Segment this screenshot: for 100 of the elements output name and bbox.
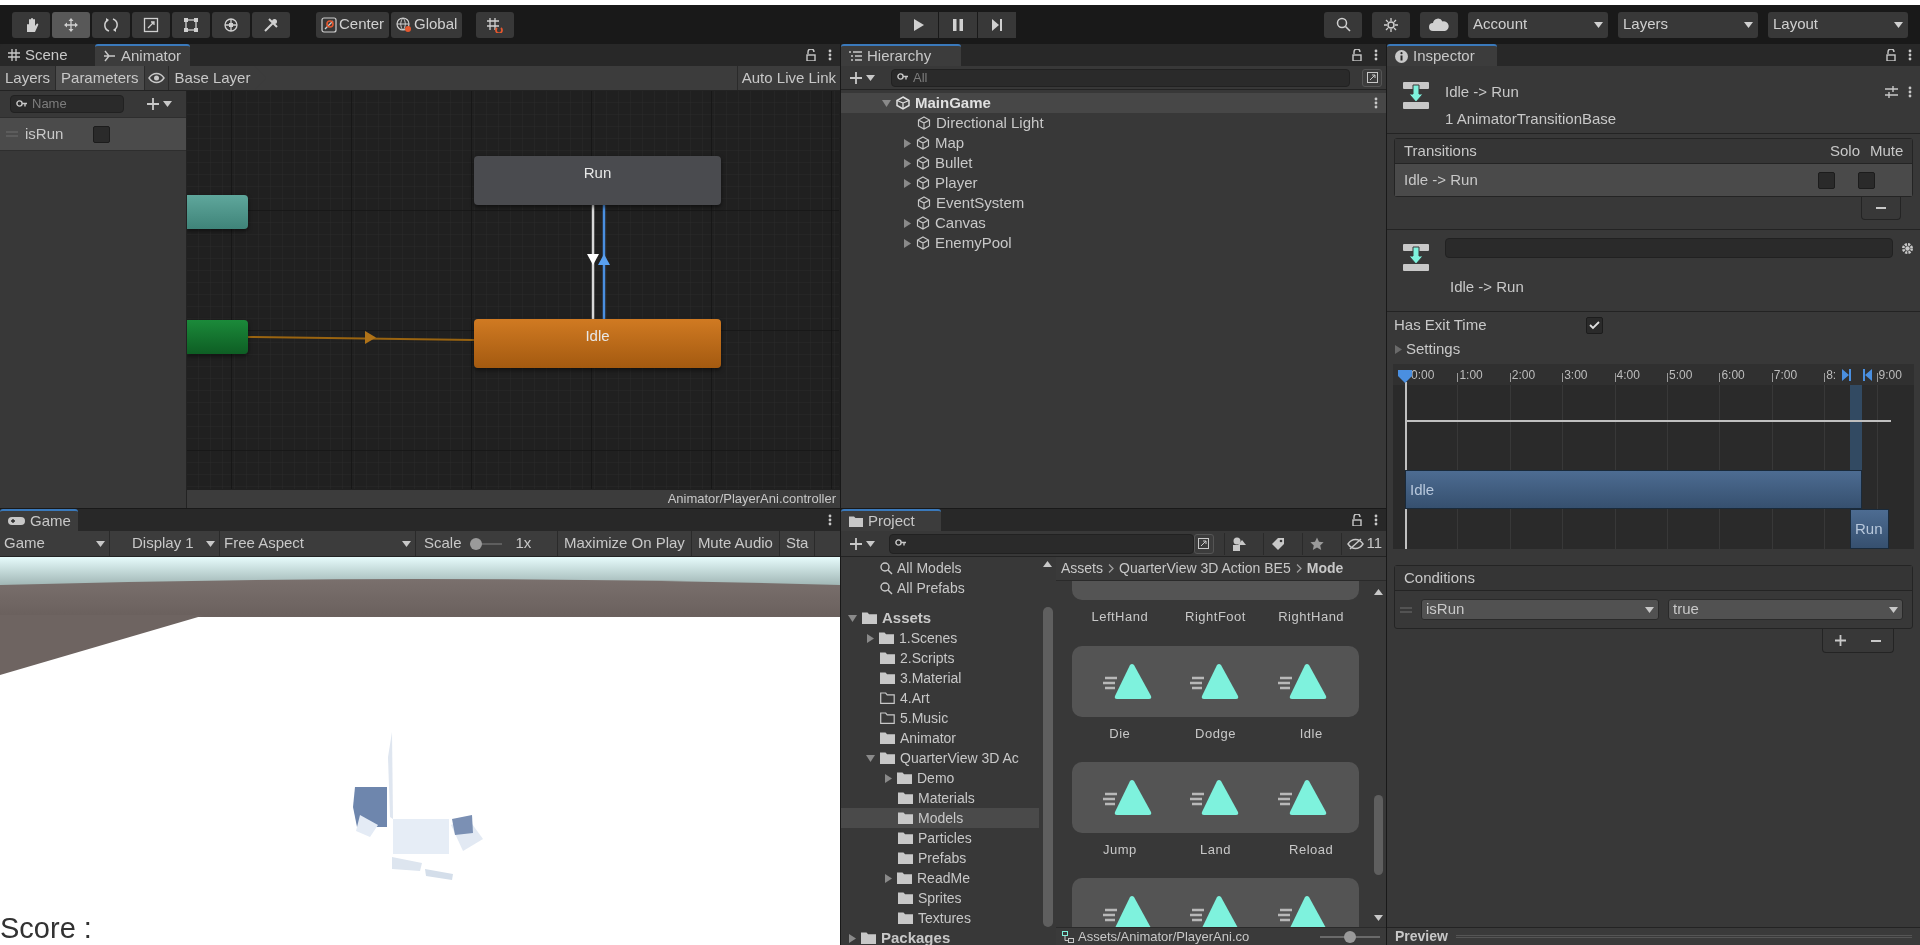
folder-tree-item[interactable]: 4.Art (841, 688, 1039, 708)
value-dropdown[interactable]: true (1668, 599, 1903, 620)
folder-tree-item[interactable]: QuarterView 3D Ac (841, 748, 1039, 768)
aspect-dropdown[interactable]: Free Aspect (220, 531, 416, 556)
favorite-item[interactable]: All Models (897, 557, 962, 579)
parameter-dropdown[interactable]: isRun (1421, 599, 1659, 620)
solo-checkbox[interactable] (1818, 171, 1835, 189)
game-object-item[interactable]: Canvas (841, 213, 1386, 233)
game-object-item[interactable]: Bullet (841, 153, 1386, 173)
folder-tree-item[interactable]: Sprites (841, 888, 1039, 908)
folder-tree-item[interactable]: Assets (841, 608, 1039, 628)
asset-label[interactable]: Jump (1072, 840, 1168, 860)
folder-tree-item[interactable]: Materials (841, 788, 1039, 808)
asset-label[interactable]: Idle (1263, 724, 1359, 744)
transition-row[interactable]: Idle -> Run (1395, 164, 1912, 196)
settings-foldout[interactable]: Settings (1387, 338, 1920, 360)
preview-header[interactable]: Preview (1395, 926, 1448, 945)
folder-tree-item[interactable]: ReadMe (841, 868, 1039, 888)
scrollbar-thumb[interactable] (1373, 795, 1383, 875)
layers-parameters-tab[interactable]: Parameters (56, 66, 145, 90)
mute-checkbox[interactable] (1858, 171, 1875, 189)
folder-tree-item[interactable]: Textures (841, 908, 1039, 928)
asset-label[interactable]: Land (1168, 840, 1263, 860)
entry-node[interactable] (187, 320, 248, 354)
panel-tab[interactable]: Game (0, 509, 78, 531)
scale-slider[interactable] (469, 537, 502, 550)
folder-tree-item[interactable]: 5.Music (841, 708, 1039, 728)
services-button[interactable] (1372, 11, 1410, 38)
tool-button[interactable] (172, 11, 210, 38)
favorite-item[interactable]: All Prefabs (897, 577, 965, 599)
folder-tree-item[interactable]: Animator (841, 728, 1039, 748)
icon-size-slider[interactable] (1320, 930, 1380, 943)
folder-tree-item[interactable]: Models (841, 808, 1039, 828)
playback-button[interactable] (978, 12, 1016, 38)
game-object-item[interactable]: EventSystem (841, 193, 1386, 213)
any-state-node[interactable] (187, 195, 248, 229)
model-asset-tile[interactable] (1072, 762, 1359, 833)
source-clip-bar[interactable]: Idle (1405, 470, 1862, 509)
expand-search-button[interactable] (1362, 68, 1382, 87)
folder-tree-item[interactable]: Demo (841, 768, 1039, 788)
panel-tab[interactable]: Inspector (1387, 44, 1497, 66)
search-field[interactable]: Name (10, 95, 124, 113)
asset-label[interactable]: Reload (1263, 840, 1359, 860)
toggle-button[interactable]: Mute Audio (691, 531, 780, 556)
folder-tree-item[interactable]: Prefabs (841, 848, 1039, 868)
asset-label[interactable]: Die (1072, 724, 1168, 744)
model-asset-tile[interactable] (1072, 646, 1359, 717)
toggle-button[interactable]: Sta (779, 531, 816, 556)
game-object-item[interactable]: Player (841, 173, 1386, 193)
grid-snap-button[interactable] (476, 11, 515, 38)
breadcrumb-item[interactable]: Mode (1306, 558, 1344, 579)
state-node[interactable]: Run (474, 156, 721, 205)
remove-button[interactable] (1861, 197, 1901, 220)
tool-button[interactable] (212, 11, 250, 38)
expand-search-button[interactable] (1193, 533, 1214, 554)
asset-label[interactable]: LeftHand (1072, 607, 1168, 627)
game-object-item[interactable]: Map (841, 133, 1386, 153)
display-dropdown[interactable]: Display 1 (110, 531, 220, 556)
folder-tree-item[interactable]: 1.Scenes (841, 628, 1039, 648)
asset-label[interactable]: RightFoot (1168, 607, 1263, 627)
toolbar-dropdown[interactable]: Layout (1768, 11, 1908, 38)
game-object-item[interactable]: EnemyPool (841, 233, 1386, 253)
toolbar-dropdown[interactable]: Account (1468, 11, 1608, 38)
playback-button[interactable] (900, 12, 938, 38)
tool-button[interactable] (12, 11, 50, 38)
toggle-button[interactable]: Maximize On Play (558, 531, 692, 556)
auto-live-link-button[interactable]: Auto Live Link (736, 66, 840, 90)
panel-tab[interactable]: Project (841, 509, 941, 531)
hidden-packages-button[interactable]: 11 (1341, 532, 1382, 555)
folder-tree-item[interactable]: Particles (841, 828, 1039, 848)
slider-thumb[interactable] (1344, 930, 1356, 943)
cloud-button[interactable] (1420, 11, 1458, 38)
slider-thumb[interactable] (469, 537, 482, 550)
folder-tree-item[interactable]: 3.Material (841, 668, 1039, 688)
breadcrumb-item[interactable]: QuarterView 3D Action BE5 (1119, 558, 1291, 579)
parameter-checkbox[interactable] (93, 125, 110, 143)
breadcrumb-item[interactable]: Assets (1061, 558, 1103, 579)
transition-arrow[interactable] (587, 205, 599, 319)
pivot-toggle-button[interactable]: Global (391, 11, 463, 38)
folder-tree-item[interactable]: 2.Scripts (841, 648, 1039, 668)
search-input[interactable]: Name (32, 94, 112, 114)
view-dropdown[interactable]: Game (0, 531, 110, 556)
asset-label[interactable]: Dodge (1168, 724, 1263, 744)
playback-button[interactable] (939, 12, 977, 38)
scrollbar-thumb[interactable] (1042, 607, 1053, 927)
tool-button[interactable] (52, 11, 90, 38)
tool-button[interactable] (92, 11, 130, 38)
asset-label[interactable]: RightHand (1263, 607, 1359, 627)
search-field[interactable] (889, 533, 1194, 554)
has-exit-time-checkbox[interactable] (1586, 316, 1603, 334)
destination-clip-bar[interactable]: Run (1850, 509, 1889, 549)
toolbar-dropdown[interactable]: Layers (1618, 11, 1758, 38)
panel-tab[interactable]: Hierarchy (841, 44, 961, 66)
pivot-toggle-button[interactable]: Center (316, 11, 390, 38)
transition-overlap-band[interactable] (1850, 385, 1862, 470)
transition-arrow[interactable] (598, 205, 610, 319)
search-button[interactable] (1324, 11, 1362, 38)
tool-button[interactable] (132, 11, 170, 38)
tool-button[interactable] (252, 11, 290, 38)
game-object-item[interactable]: Directional Light (841, 113, 1386, 133)
